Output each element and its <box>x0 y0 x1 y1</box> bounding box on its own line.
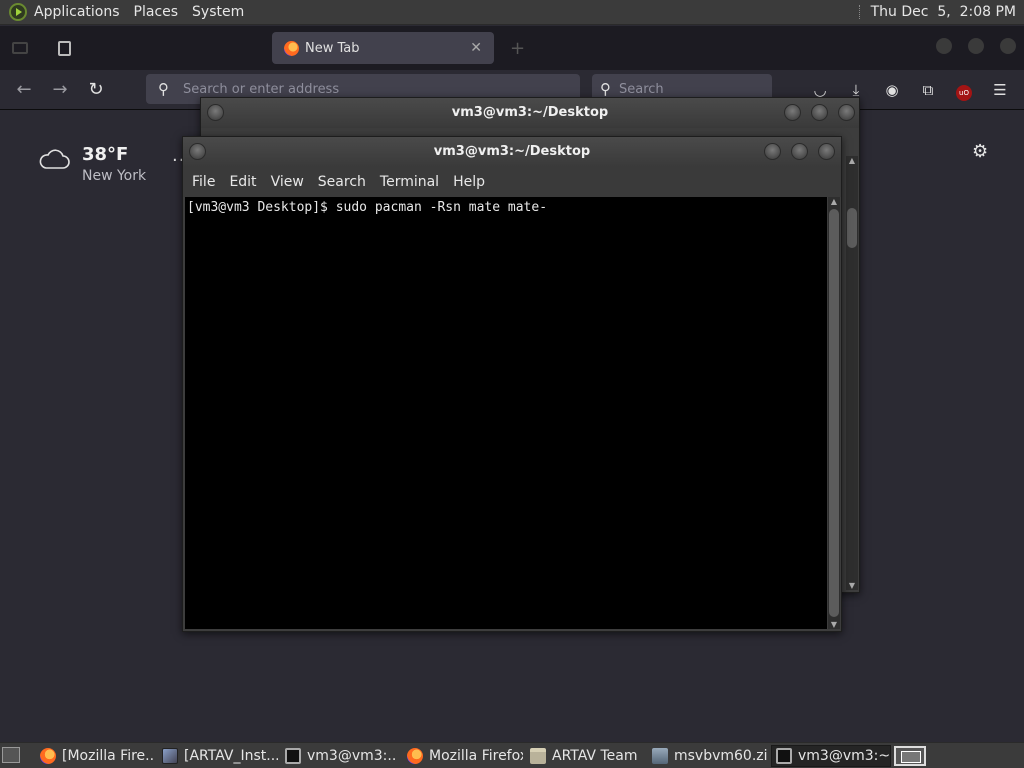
cloud-icon <box>39 149 70 169</box>
applications-menu[interactable]: Applications <box>34 4 120 20</box>
weather-city: New York <box>82 168 147 184</box>
terminal-titlebar[interactable]: vm3@vm3:~/Desktop <box>183 137 841 167</box>
terminal-window-front[interactable]: vm3@vm3:~/Desktop File Edit View Search … <box>182 136 842 632</box>
scroll-up-icon[interactable]: ▲ <box>846 156 858 165</box>
scroll-down-icon[interactable]: ▼ <box>828 620 840 629</box>
close-window-icon[interactable] <box>1000 38 1016 54</box>
reload-icon[interactable]: ↻ <box>84 78 108 102</box>
menu-file[interactable]: File <box>192 174 215 190</box>
menu-view[interactable]: View <box>271 174 304 190</box>
firefox-icon <box>284 40 299 56</box>
places-menu[interactable]: Places <box>134 4 179 20</box>
taskbar-item[interactable]: vm3@vm3:... <box>281 745 397 767</box>
taskbar-item-label: ARTAV Team <box>552 748 638 764</box>
weather-widget[interactable]: 38°F New York <box>38 144 146 184</box>
maximize-icon[interactable] <box>968 38 984 54</box>
firefox-tab-bar: New Tab ✕ + <box>0 26 1024 70</box>
back-arrow-icon[interactable]: ← <box>12 78 36 102</box>
menu-help[interactable]: Help <box>453 174 485 190</box>
search-icon: ⚲ <box>158 80 169 98</box>
hamburger-menu-icon[interactable]: ☰ <box>990 80 1010 100</box>
tab-title: New Tab <box>305 40 360 56</box>
new-tab-plus-icon[interactable]: + <box>510 34 525 62</box>
search-icon: ⚲ <box>600 80 611 98</box>
weather-temperature: 38°F <box>82 144 129 165</box>
scrollbar-thumb[interactable] <box>829 209 839 617</box>
forward-arrow-icon[interactable]: → <box>48 78 72 102</box>
tab-new-tab[interactable]: New Tab ✕ <box>272 32 494 64</box>
extensions-icon[interactable]: ⧉ <box>918 80 938 100</box>
close-icon[interactable] <box>818 143 835 160</box>
terminal-title: vm3@vm3:~/Desktop <box>433 144 591 159</box>
bottom-panel: [Mozilla Fire... [ARTAV_Inst... vm3@vm3:… <box>0 742 1024 768</box>
terminal-scrollbar[interactable]: ▲ ▼ <box>828 197 840 629</box>
scrollbar-thumb[interactable] <box>847 208 857 248</box>
taskbar-item-label: [ARTAV_Inst... <box>184 748 278 764</box>
installer-icon <box>162 748 178 764</box>
workspace-switcher[interactable] <box>894 746 926 766</box>
menu-search[interactable]: Search <box>318 174 366 190</box>
gear-icon[interactable]: ⚙ <box>972 141 988 162</box>
taskbar-item-label: vm3@vm3:... <box>307 748 397 764</box>
system-menu[interactable]: System <box>192 4 244 20</box>
zip-icon <box>652 748 668 764</box>
window-menu-icon[interactable] <box>189 143 206 160</box>
distro-logo-icon[interactable] <box>9 3 27 21</box>
taskbar-item[interactable]: ARTAV Team <box>526 745 644 767</box>
minimize-icon[interactable] <box>936 38 952 54</box>
firefox-icon <box>40 748 56 764</box>
firefox-icon <box>407 748 423 764</box>
taskbar-item-label: vm3@vm3:~... <box>798 748 891 764</box>
ublock-icon[interactable]: uO <box>954 80 974 101</box>
terminal-scrollbar[interactable]: ▲ ▼ <box>846 156 858 590</box>
taskbar-item[interactable]: msvbvm60.zip <box>648 745 768 767</box>
taskbar-item[interactable]: [ARTAV_Inst... <box>158 745 278 767</box>
terminal-titlebar[interactable]: vm3@vm3:~/Desktop <box>201 98 859 128</box>
taskbar-item-label: msvbvm60.zip <box>674 748 768 764</box>
show-desktop-icon[interactable] <box>2 747 20 763</box>
menu-terminal[interactable]: Terminal <box>380 174 439 190</box>
close-icon[interactable] <box>838 104 855 121</box>
scroll-down-icon[interactable]: ▼ <box>846 581 858 590</box>
taskbar-item[interactable]: [Mozilla Fire... <box>36 745 154 767</box>
taskbar-item-label: Mozilla Firefox <box>429 748 523 764</box>
account-icon[interactable]: ◉ <box>882 80 902 100</box>
tab-trash-icon[interactable] <box>58 34 71 62</box>
terminal-prompt-line: [vm3@vm3 Desktop]$ sudo pacman -Rsn mate… <box>187 200 548 215</box>
folder-icon <box>530 748 546 764</box>
terminal-menubar: File Edit View Search Terminal Help <box>183 167 841 197</box>
terminal-icon <box>776 748 792 764</box>
terminal-screen[interactable]: [vm3@vm3 Desktop]$ sudo pacman -Rsn mate… <box>185 197 827 629</box>
maximize-icon[interactable] <box>811 104 828 121</box>
minimize-icon[interactable] <box>784 104 801 121</box>
terminal-icon <box>285 748 301 764</box>
taskbar-item-active[interactable]: vm3@vm3:~... <box>771 745 891 767</box>
clock[interactable]: Thu Dec 5, 2:08 PM <box>871 4 1016 20</box>
window-menu-icon[interactable] <box>207 104 224 121</box>
scroll-up-icon[interactable]: ▲ <box>828 197 840 206</box>
terminal-title: vm3@vm3:~/Desktop <box>451 105 609 120</box>
taskbar-item-label: [Mozilla Fire... <box>62 748 154 764</box>
tab-overflow-icon[interactable] <box>12 34 28 62</box>
maximize-icon[interactable] <box>791 143 808 160</box>
top-panel: Applications Places System Thu Dec 5, 2:… <box>0 0 1024 25</box>
panel-separator <box>858 5 861 19</box>
url-placeholder: Search or enter address <box>183 81 340 97</box>
minimize-icon[interactable] <box>764 143 781 160</box>
menu-edit[interactable]: Edit <box>229 174 256 190</box>
search-placeholder: Search <box>619 81 664 97</box>
taskbar-item[interactable]: Mozilla Firefox <box>403 745 523 767</box>
tab-close-icon[interactable]: ✕ <box>470 40 482 56</box>
